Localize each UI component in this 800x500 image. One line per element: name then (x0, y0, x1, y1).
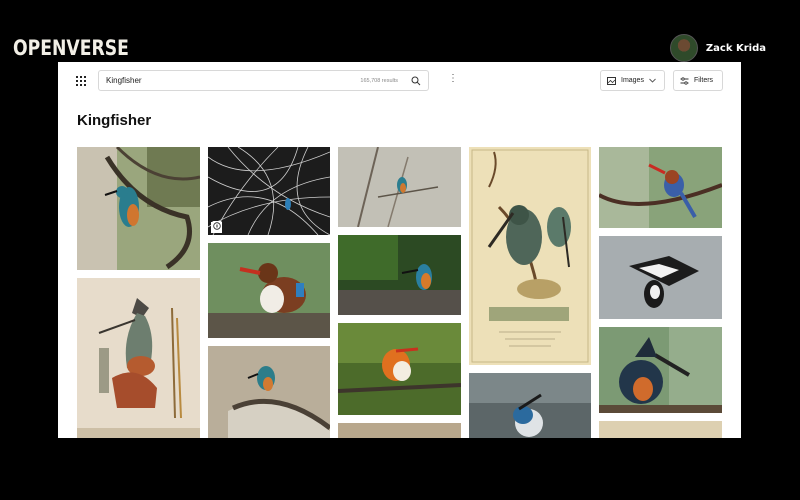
more-icon[interactable]: ⋮ (448, 74, 458, 84)
image-result[interactable] (208, 243, 330, 338)
image-result[interactable] (469, 147, 591, 365)
openverse-logo: OPENVERSE (13, 36, 129, 60)
image-icon (607, 76, 616, 85)
image-result[interactable] (338, 423, 461, 438)
image-result[interactable] (599, 147, 722, 228)
image-result[interactable] (338, 147, 461, 227)
image-result[interactable] (338, 323, 461, 415)
result-count: 165,708 results (360, 78, 398, 84)
search-bar[interactable]: Kingfisher 165,708 results (98, 70, 429, 91)
media-type-select[interactable]: Images (600, 70, 665, 91)
image-result[interactable] (469, 373, 591, 438)
filter-icon (680, 76, 689, 85)
grid-icon[interactable] (76, 76, 86, 86)
cc-license-icon (212, 221, 222, 231)
chevron-down-icon (649, 78, 656, 83)
speaker-tag: Zack Krida (669, 34, 766, 62)
image-result[interactable] (208, 346, 330, 438)
search-header: Kingfisher 165,708 results ⋮ Images Filt… (58, 62, 741, 100)
image-result[interactable] (77, 147, 200, 270)
image-result[interactable] (77, 278, 200, 438)
image-result[interactable] (599, 327, 722, 413)
image-result[interactable] (208, 147, 330, 235)
page-title: Kingfisher (77, 112, 152, 129)
search-icon[interactable] (410, 75, 422, 87)
speaker-avatar (669, 34, 698, 62)
speaker-name: Zack Krida (705, 42, 766, 54)
image-result[interactable] (338, 235, 461, 315)
filters-button[interactable]: Filters (673, 70, 723, 91)
media-type-label: Images (621, 77, 644, 84)
search-input[interactable]: Kingfisher (106, 76, 142, 85)
image-result[interactable] (599, 421, 722, 438)
browser-page: Kingfisher 165,708 results ⋮ Images Filt… (58, 62, 741, 438)
image-result[interactable] (599, 236, 722, 319)
filters-label: Filters (694, 77, 714, 84)
